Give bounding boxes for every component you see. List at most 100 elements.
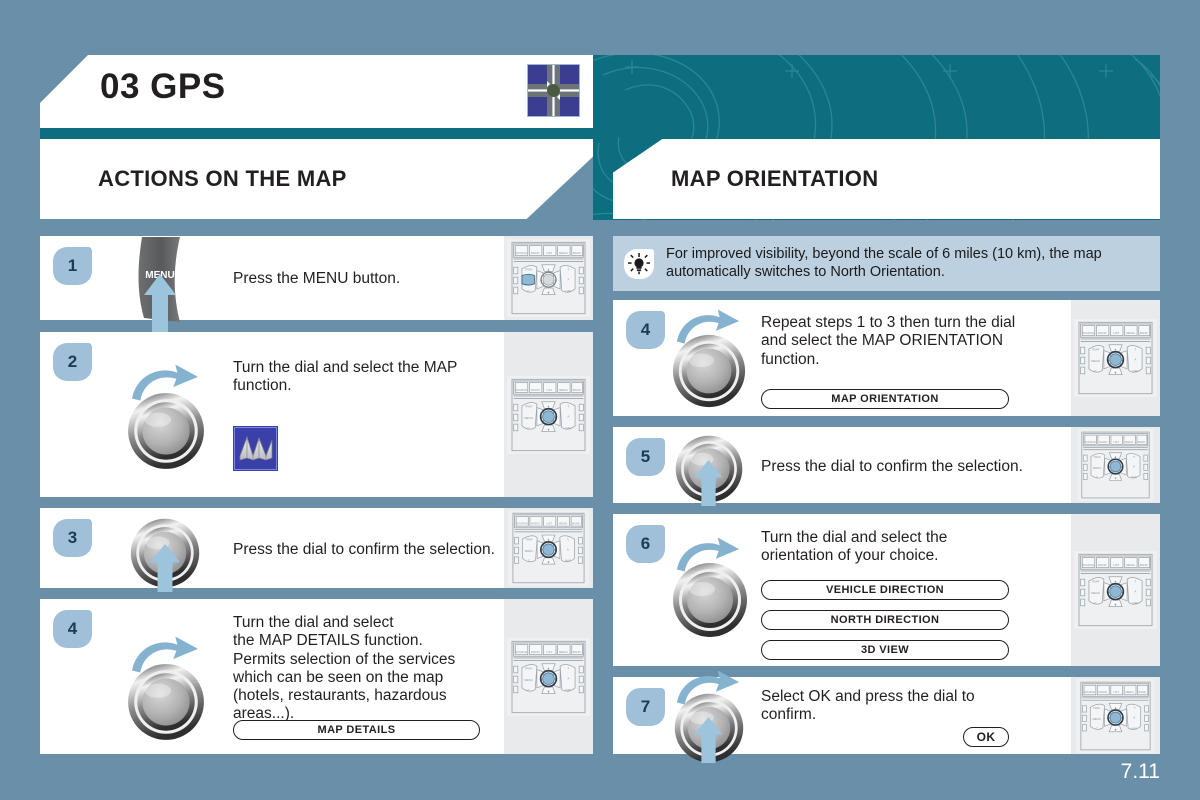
- step-card: 4 Turn the dial and select the MAP DETAI…: [40, 599, 593, 754]
- step-instruction: Press the MENU button.: [233, 270, 401, 287]
- press-arrow-icon: [150, 544, 180, 592]
- svg-text:RADIO: RADIO: [531, 522, 540, 526]
- svg-text:NAV: NAV: [565, 289, 571, 293]
- svg-text:A: A: [1133, 464, 1135, 468]
- svg-text:MENU: MENU: [524, 678, 533, 682]
- svg-text:C: C: [1096, 475, 1098, 479]
- svg-text:RADIO: RADIO: [531, 649, 541, 653]
- svg-text:MEDIA: MEDIA: [1125, 440, 1133, 444]
- step-number-badge: 6: [626, 525, 665, 563]
- svg-text:LIST: LIST: [1113, 690, 1119, 694]
- svg-text:SOURCE: SOURCE: [515, 649, 527, 653]
- svg-text:BAND: BAND: [573, 649, 581, 653]
- svg-text:MENU: MENU: [525, 549, 534, 553]
- svg-text:▲: ▲: [547, 404, 551, 408]
- svg-text:TRAF: TRAF: [1092, 348, 1100, 352]
- svg-text:↰: ↰: [567, 538, 569, 542]
- svg-text:LIST: LIST: [546, 522, 552, 526]
- control-panel-diagram: SOURCE RADIO LIST MEDIA BAND TRAFMENUC ↰ANA…: [507, 637, 590, 716]
- menu-option-pill[interactable]: NORTH DIRECTION: [761, 610, 1009, 630]
- control-panel-diagram: SOURCE RADIO LIST MEDIA BAND TRAFMENUC ↰ANA…: [1076, 678, 1155, 753]
- svg-text:MEDIA: MEDIA: [559, 251, 568, 255]
- control-panel-thumbnail-cell: SOURCE RADIO LIST MEDIA BAND TRAF MENU C ↰ A NA…: [504, 332, 593, 497]
- svg-text:TRAF: TRAF: [525, 268, 533, 272]
- svg-text:↰: ↰: [1134, 580, 1137, 584]
- svg-text:BAND: BAND: [1139, 690, 1146, 694]
- svg-text:▲: ▲: [547, 538, 551, 542]
- tip-callout: For improved visibility, beyond the scal…: [613, 236, 1160, 291]
- svg-text:MEDIA: MEDIA: [559, 522, 568, 526]
- menu-button-graphic: MENU: [128, 234, 198, 339]
- svg-text:RADIO: RADIO: [1099, 690, 1107, 694]
- step-card: 3 Press the dial to confirm the selectio…: [40, 508, 593, 592]
- step-content: 4 Turn the dial and select the MAP DETAI…: [40, 599, 504, 754]
- step-number-badge: 1: [53, 247, 92, 285]
- control-panel-thumbnail-cell: SOURCE RADIO LIST MEDIA BAND TRAF MENU C ↰ A NA…: [1071, 300, 1160, 416]
- ok-button-pill[interactable]: OK: [963, 727, 1009, 747]
- svg-text:TRAF: TRAF: [1094, 455, 1102, 459]
- section-header-map-orientation: MAP ORIENTATION: [613, 139, 1160, 219]
- menu-option-pill[interactable]: MAP ORIENTATION: [761, 389, 1009, 409]
- svg-text:SOURCE: SOURCE: [516, 522, 528, 526]
- step-instruction: Select OK and press the dial to confirm.: [761, 688, 975, 724]
- step-content: 5 Press the dial to confirm the selectio…: [613, 427, 1071, 506]
- control-panel-thumbnail-cell: SOURCE RADIO LIST MEDIA BAND TRAF MENU C ↰ A NA…: [504, 599, 593, 754]
- svg-text:▼: ▼: [1114, 727, 1118, 731]
- svg-text:▼: ▼: [547, 689, 551, 693]
- svg-text:NAV: NAV: [1132, 601, 1138, 605]
- page-number: 7.11: [1120, 760, 1160, 783]
- svg-text:▼: ▼: [547, 427, 551, 431]
- svg-text:▼: ▼: [1114, 477, 1117, 481]
- svg-text:LIST: LIST: [1114, 440, 1120, 444]
- control-panel-diagram: SOURCE RADIO LIST MEDIA BAND TRAFMENUC ↰ANA…: [507, 375, 590, 454]
- step-card: 1 MENU Press the MENU button.: [40, 236, 593, 332]
- svg-text:TRAF: TRAF: [525, 666, 533, 670]
- svg-text:↰: ↰: [567, 268, 570, 272]
- step-instruction: Press the dial to confirm the selection.: [761, 458, 1023, 475]
- step-content: 6 Turn the dial and select the orientati…: [613, 514, 1071, 666]
- rotary-dial-icon: [128, 393, 204, 469]
- svg-text:LIST: LIST: [546, 387, 552, 391]
- svg-text:BAND: BAND: [573, 251, 581, 255]
- svg-text:SOURCE: SOURCE: [1084, 690, 1096, 694]
- step-instruction: Turn the dial and select the orientation…: [761, 529, 948, 565]
- chapter-title-bar: 03 GPS: [40, 55, 593, 128]
- control-panel-thumbnail-cell: SOURCE RADIO LIST MEDIA BAND TRAF C ↰ A …: [504, 236, 593, 320]
- svg-text:↰: ↰: [567, 404, 570, 408]
- svg-text:▲: ▲: [547, 666, 551, 670]
- step-card: 2 Turn the dial and select the MAP funct…: [40, 332, 593, 497]
- svg-text:A: A: [1133, 715, 1135, 719]
- svg-text:LIST: LIST: [546, 649, 552, 653]
- step-instruction: Press the dial to confirm the selection.: [233, 541, 495, 558]
- menu-option-pill[interactable]: MAP DETAILS: [233, 720, 480, 740]
- map-function-icon: [233, 426, 278, 471]
- lightbulb-icon: [624, 248, 654, 279]
- control-panel-diagram: SOURCE RADIO LIST MEDIA BAND TRAFC ↰ANAV…: [507, 239, 590, 317]
- press-arrow-icon: [694, 717, 723, 763]
- svg-text:C: C: [528, 559, 530, 563]
- svg-text:▲: ▲: [547, 268, 551, 272]
- svg-text:SOURCE: SOURCE: [1082, 563, 1094, 567]
- svg-text:RADIO: RADIO: [1098, 331, 1108, 335]
- step-content: 1 MENU Press the MENU button.: [40, 236, 504, 332]
- svg-text:A: A: [567, 547, 569, 551]
- menu-option-pill[interactable]: VEHICLE DIRECTION: [761, 580, 1009, 600]
- page-title: 03 GPS: [100, 67, 226, 106]
- menu-option-pill[interactable]: 3D VIEW: [761, 640, 1009, 660]
- step-instruction: Turn the dial and select the MAP functio…: [233, 359, 458, 395]
- svg-text:BAND: BAND: [573, 387, 581, 391]
- svg-text:MEDIA: MEDIA: [559, 387, 568, 391]
- svg-text:↰: ↰: [1133, 455, 1135, 459]
- step-number-badge: 7: [626, 688, 665, 726]
- svg-text:NAV: NAV: [1131, 475, 1137, 479]
- step-card: 4 Repeat steps 1 to 3 then turn the dial…: [613, 300, 1160, 416]
- svg-text:RADIO: RADIO: [1099, 440, 1107, 444]
- svg-text:NAV: NAV: [565, 426, 571, 430]
- svg-text:LIST: LIST: [1113, 563, 1119, 567]
- svg-text:NAV: NAV: [565, 688, 571, 692]
- svg-text:NAV: NAV: [565, 559, 571, 563]
- step-card: 6 Turn the dial and select the orientati…: [613, 514, 1160, 666]
- control-panel-diagram: SOURCE RADIO LIST MEDIA BAND TRAFMENUC ↰ANA…: [508, 510, 589, 586]
- svg-text:BAND: BAND: [1140, 563, 1148, 567]
- svg-text:A: A: [1134, 589, 1136, 593]
